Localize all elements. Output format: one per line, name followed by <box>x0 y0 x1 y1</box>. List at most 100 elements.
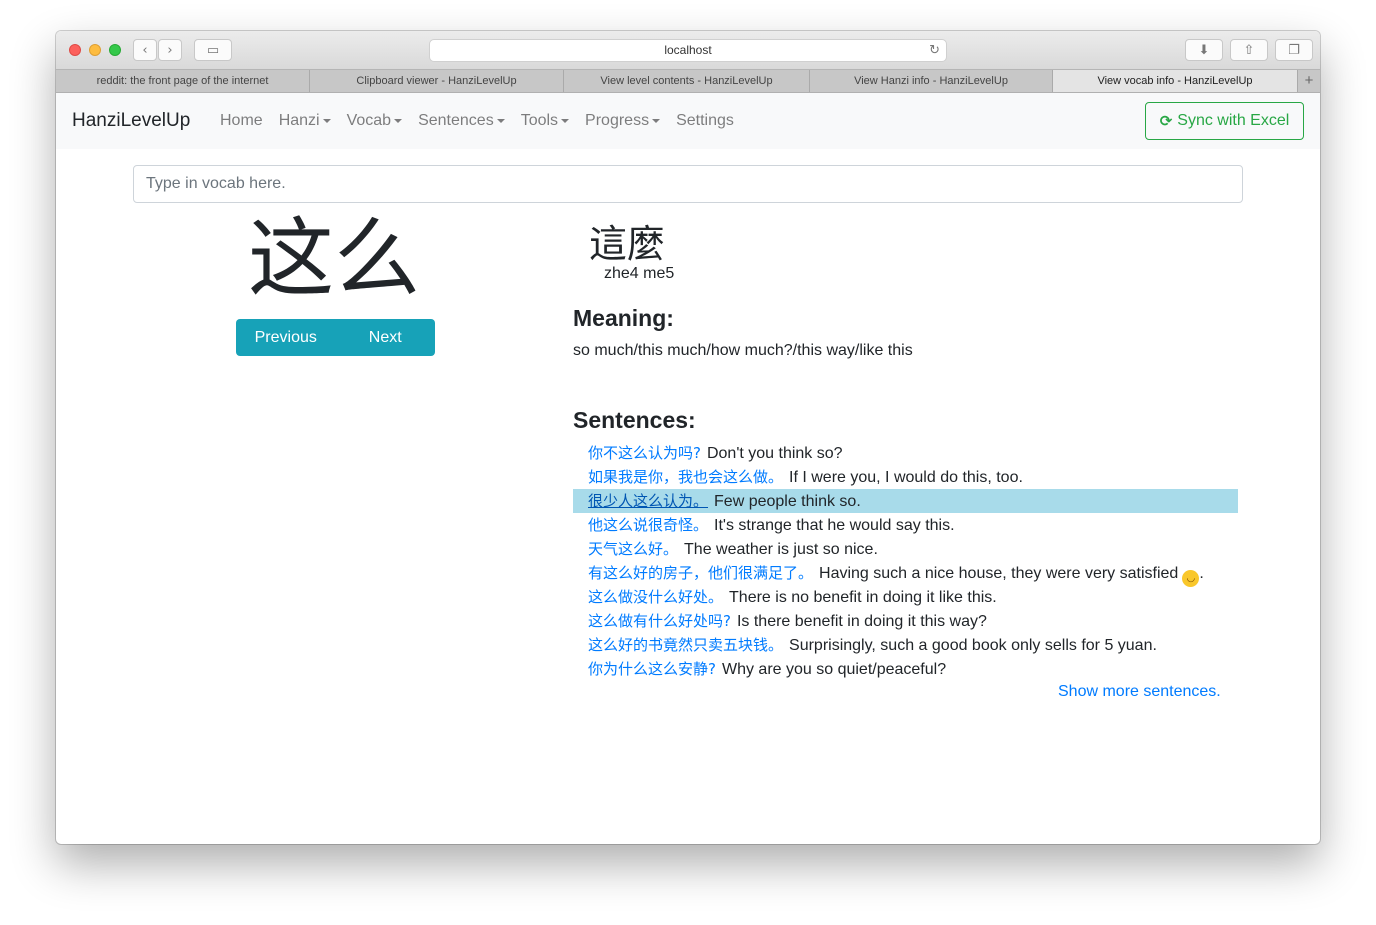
next-button[interactable]: Next <box>336 319 436 356</box>
pinyin: zhe4 me5 <box>604 265 675 282</box>
sentence-row: 有这么好的房子，他们很满足了。 Having such a nice house,… <box>573 561 1238 587</box>
tab-title: Clipboard viewer - HanziLevelUp <box>356 75 517 87</box>
nav-hanzi-dropdown[interactable]: Hanzi <box>279 112 331 130</box>
tab-clipboard-viewer[interactable]: Clipboard viewer - HanziLevelUp <box>310 70 564 92</box>
sentences-heading: Sentences: <box>573 407 696 433</box>
nav-hanzi-label: Hanzi <box>278 112 320 129</box>
tab-title: reddit: the front page of the internet <box>96 75 269 87</box>
nav-progress-label: Progress <box>585 112 650 129</box>
tabs-icon: ❐ <box>1288 42 1300 58</box>
show-more-sentences-link[interactable]: Show more sentences. <box>1058 683 1221 701</box>
tab-title: View vocab info - HanziLevelUp <box>1097 75 1253 87</box>
share-icon: ⇧ <box>1243 42 1255 58</box>
tab-title: View level contents - HanziLevelUp <box>600 75 773 87</box>
sentence-row: 你不这么认为吗? Don't you think so? <box>573 441 1238 465</box>
previous-button[interactable]: Previous <box>236 319 336 356</box>
tab-bar: reddit: the front page of the internet C… <box>56 69 1320 93</box>
sync-with-excel-button[interactable]: ⟳ Sync with Excel <box>1145 102 1304 140</box>
caret-down-icon <box>496 118 505 123</box>
sentence-chinese-link[interactable]: 这么做有什么好处吗? <box>588 612 731 630</box>
sentence-chinese-link[interactable]: 有这么好的房子，他们很满足了。 <box>588 564 813 582</box>
forward-button[interactable]: › <box>158 39 182 61</box>
sentence-chinese-link[interactable]: 你不这么认为吗? <box>588 444 701 462</box>
browser-window: ‹ › ▭ localhost ↻ ⬇ ⇧ ❐ reddit: the fron… <box>56 31 1320 844</box>
tab-title: View Hanzi info - HanziLevelUp <box>854 75 1008 87</box>
nav-home[interactable]: Home <box>220 112 263 130</box>
nav-sentences-dropdown[interactable]: Sentences <box>418 112 505 130</box>
reload-icon[interactable]: ↻ <box>929 40 940 61</box>
sentence-chinese-link[interactable]: 天气这么好。 <box>588 540 678 558</box>
nav-vocab-label: Vocab <box>346 112 392 129</box>
sentence-translation: Few people think so. <box>714 493 861 510</box>
sentence-chinese-link[interactable]: 很少人这么认为。 <box>588 492 708 510</box>
traditional-vocab: 這麼 <box>589 222 666 266</box>
sentence-row: 很少人这么认为。 Few people think so. <box>573 489 1238 513</box>
sentence-chinese-link[interactable]: 他这么说很奇怪。 <box>588 516 708 534</box>
url-text: localhost <box>664 43 712 57</box>
meaning-text: so much/this much/how much?/this way/lik… <box>573 342 913 359</box>
sentence-translation: Don't you think so? <box>706 445 843 462</box>
simplified-vocab: 这么 <box>248 209 420 309</box>
tab-overview-button[interactable]: ❐ <box>1275 39 1313 61</box>
nav-vocab-dropdown[interactable]: Vocab <box>346 112 403 130</box>
nav-tools-label: Tools <box>520 112 559 129</box>
zoom-window-button[interactable] <box>109 44 121 56</box>
relieved-face-emoji-icon: ◡ <box>1182 570 1200 587</box>
new-tab-button[interactable]: + <box>1298 70 1320 92</box>
vocab-search-input[interactable] <box>133 165 1243 203</box>
nav-links: Home Hanzi Vocab Sentences Tools Progres… <box>220 112 750 130</box>
back-button[interactable]: ‹ <box>133 39 157 61</box>
sentence-list: 你不这么认为吗? Don't you think so? 如果我是你，我也会这么做。… <box>573 441 1238 681</box>
sentence-translation: Having such a nice house, they were very… <box>819 565 1179 582</box>
caret-down-icon <box>394 118 403 123</box>
sentence-translation: There is no benefit in doing it like thi… <box>729 589 997 606</box>
sentence-chinese-link[interactable]: 你为什么这么安静? <box>588 660 716 678</box>
sentence-row: 如果我是你，我也会这么做。 If I were you, I would do t… <box>573 465 1238 489</box>
chevron-right-icon: › <box>167 42 173 58</box>
sentence-chinese-link[interactable]: 这么做没什么好处。 <box>588 588 723 606</box>
nav-settings[interactable]: Settings <box>676 112 734 130</box>
navbar-brand[interactable]: HanziLevelUp <box>72 110 190 132</box>
sentence-trailing-punctuation: . <box>1199 565 1204 582</box>
title-bar: ‹ › ▭ localhost ↻ ⬇ ⇧ ❐ <box>56 31 1320 69</box>
sentence-translation: Is there benefit in doing it this way? <box>736 613 987 630</box>
sidebar-toggle-button[interactable]: ▭ <box>194 39 232 61</box>
downloads-button[interactable]: ⬇ <box>1185 39 1223 61</box>
nav-settings-label: Settings <box>676 112 734 129</box>
sentence-translation: The weather is just so nice. <box>684 541 878 558</box>
sentence-row: 这么好的书竟然只卖五块钱。 Surprisingly, such a good b… <box>573 633 1238 657</box>
caret-down-icon <box>322 118 331 123</box>
sentence-translation: If I were you, I would do this, too. <box>789 469 1023 486</box>
nav-tools-dropdown[interactable]: Tools <box>520 112 570 130</box>
sentence-chinese-link[interactable]: 如果我是你，我也会这么做。 <box>588 468 783 486</box>
tab-reddit[interactable]: reddit: the front page of the internet <box>56 70 310 92</box>
sync-icon: ⟳ <box>1159 112 1173 130</box>
sentence-row: 这么做有什么好处吗? Is there benefit in doing it t… <box>573 609 1238 633</box>
sentence-row: 他这么说很奇怪。 It's strange that he would say t… <box>573 513 1238 537</box>
nav-sentences-label: Sentences <box>418 112 494 129</box>
sentence-chinese-link[interactable]: 这么好的书竟然只卖五块钱。 <box>588 636 783 654</box>
sentence-translation: Surprisingly, such a good book only sell… <box>789 637 1157 654</box>
chevron-left-icon: ‹ <box>142 42 148 58</box>
tab-view-hanzi-info[interactable]: View Hanzi info - HanziLevelUp <box>810 70 1053 92</box>
nav-progress-dropdown[interactable]: Progress <box>585 112 661 130</box>
sentence-translation: Why are you so quiet/peaceful? <box>721 661 947 678</box>
caret-down-icon <box>652 118 661 123</box>
share-button[interactable]: ⇧ <box>1230 39 1268 61</box>
sentence-row: 这么做没什么好处。 There is no benefit in doing it… <box>573 585 1238 609</box>
nav-home-label: Home <box>220 112 263 129</box>
plus-icon: + <box>1304 72 1314 89</box>
sentence-row: 天气这么好。 The weather is just so nice. <box>573 537 1238 561</box>
navbar: HanziLevelUp Home Hanzi Vocab Sentences … <box>56 93 1320 149</box>
tab-view-vocab-info[interactable]: View vocab info - HanziLevelUp <box>1053 70 1298 92</box>
address-bar[interactable]: localhost ↻ <box>429 39 947 62</box>
tab-view-level-contents[interactable]: View level contents - HanziLevelUp <box>564 70 810 92</box>
close-window-button[interactable] <box>69 44 81 56</box>
download-icon: ⬇ <box>1198 42 1210 58</box>
meaning-heading: Meaning: <box>573 305 674 331</box>
sentence-translation: It's strange that he would say this. <box>714 517 955 534</box>
caret-down-icon <box>561 118 570 123</box>
sync-label: Sync with Excel <box>1177 112 1290 129</box>
minimize-window-button[interactable] <box>89 44 101 56</box>
sentence-row: 你为什么这么安静? Why are you so quiet/peaceful? <box>573 657 1238 681</box>
